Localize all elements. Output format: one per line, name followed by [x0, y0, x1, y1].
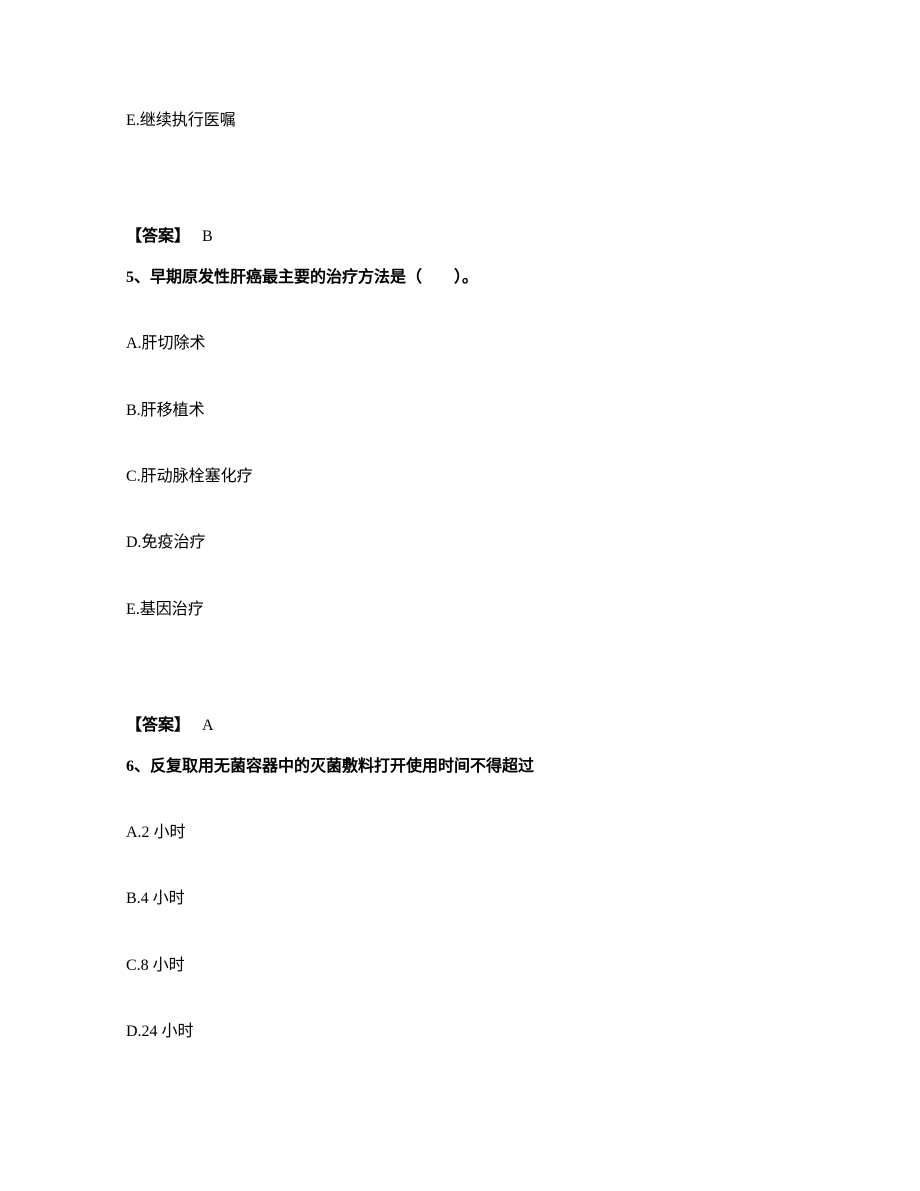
spacer	[126, 665, 794, 715]
q6-option-a: A.2 小时	[126, 822, 794, 844]
q5-option-e: E.基因治疗	[126, 599, 794, 621]
q4-answer-label: 【答案】	[126, 228, 190, 245]
q5-answer-value: A	[202, 717, 214, 734]
q5-stem: 5、早期原发性肝癌最主要的治疗方法是（ ）。	[126, 267, 794, 289]
q5-option-a: A.肝切除术	[126, 333, 794, 355]
q6-option-b: B.4 小时	[126, 888, 794, 910]
q5-option-c: C.肝动脉栓塞化疗	[126, 466, 794, 488]
spacer	[126, 176, 794, 226]
q6-option-d: D.24 小时	[126, 1021, 794, 1043]
q4-answer: 【答案】 B	[126, 226, 794, 248]
q5-option-b: B.肝移植术	[126, 400, 794, 422]
q6-stem: 6、反复取用无菌容器中的灭菌敷料打开使用时间不得超过	[126, 756, 794, 778]
q4-answer-value: B	[202, 228, 213, 245]
q4-option-e: E.继续执行医嘱	[126, 110, 794, 132]
q6-option-c: C.8 小时	[126, 955, 794, 977]
q5-option-d: D.免疫治疗	[126, 532, 794, 554]
page-content: E.继续执行医嘱 【答案】 B 5、早期原发性肝癌最主要的治疗方法是（ ）。 A.…	[0, 0, 920, 1043]
q5-answer: 【答案】 A	[126, 715, 794, 737]
q5-answer-label: 【答案】	[126, 717, 190, 734]
